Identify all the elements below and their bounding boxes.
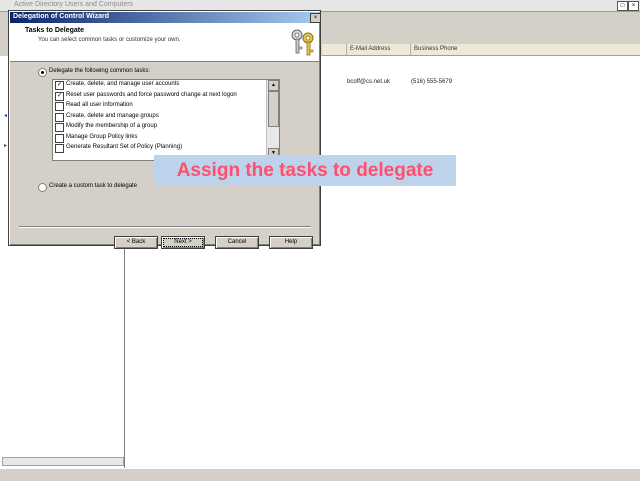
task-list-scrollbar[interactable]: ▲ ▼ (266, 80, 279, 160)
task-checkbox[interactable] (55, 144, 64, 153)
radio-selected-dot (41, 71, 44, 74)
delegate-common-tasks-label[interactable]: Delegate the following common tasks: (49, 68, 150, 74)
create-custom-task-label[interactable]: Create a custom task to delegate (49, 183, 137, 189)
tree-horizontal-scrollbar[interactable] (2, 457, 124, 466)
row-phone-value[interactable]: (516) 555-5679 (411, 79, 452, 85)
tree-node-icon[interactable]: ▸ (4, 142, 7, 149)
create-custom-task-radio[interactable] (38, 183, 47, 192)
dialog-title-bar[interactable]: Delegation of Control Wizard × (10, 12, 321, 23)
keys-icon (291, 29, 314, 56)
back-button[interactable]: < Back (114, 236, 158, 249)
task-checkbox[interactable]: ✓ (55, 91, 64, 101)
task-item[interactable]: Create, delete and manage groups (53, 112, 267, 123)
task-checkbox[interactable]: ✓ (55, 81, 64, 90)
status-bar (0, 468, 640, 481)
delegate-common-tasks-radio[interactable] (38, 68, 47, 77)
task-item[interactable]: Generate Resultant Set of Policy (Planni… (53, 143, 267, 154)
scroll-up-icon[interactable]: ▲ (268, 80, 279, 91)
task-item[interactable]: ✓ Reset user passwords and force passwor… (53, 91, 267, 102)
wizard-header: Tasks to Delegate You can select common … (10, 23, 319, 62)
task-label[interactable]: Manage Group Policy links (66, 134, 137, 140)
wizard-page-subtitle: You can select common tasks or customize… (38, 37, 181, 43)
dialog-close-button[interactable]: × (310, 13, 321, 23)
cancel-button[interactable]: Cancel (215, 236, 259, 249)
task-label[interactable]: Create, delete and manage groups (66, 113, 159, 119)
task-item[interactable]: ✓ Create, delete, and manage user accoun… (53, 80, 267, 91)
task-label[interactable]: Reset user passwords and force password … (66, 92, 237, 98)
task-checkbox[interactable] (55, 102, 64, 111)
task-checklist[interactable]: ✓ Create, delete, and manage user accoun… (52, 79, 280, 161)
column-email[interactable]: E-Mail Address (346, 44, 410, 55)
task-item[interactable]: Manage Group Policy links (53, 133, 267, 144)
next-button[interactable]: Next > (161, 236, 205, 249)
task-checkbox[interactable] (55, 133, 64, 143)
row-email-value[interactable]: bcoff@cs.net.uk (347, 79, 390, 85)
tutorial-caption: Assign the tasks to delegate (154, 155, 456, 186)
delegation-wizard-dialog: Delegation of Control Wizard × Tasks to … (8, 10, 321, 249)
button-separator (19, 226, 311, 228)
task-label[interactable]: Generate Resultant Set of Policy (Planni… (66, 144, 182, 150)
task-label[interactable]: Read all user information (66, 102, 133, 108)
help-button[interactable]: Help (269, 236, 313, 249)
task-item[interactable]: Modify the membership of a group (53, 122, 267, 133)
wizard-page-title: Tasks to Delegate (25, 27, 85, 34)
dialog-title: Delegation of Control Wizard (13, 13, 109, 20)
task-checkbox[interactable] (55, 123, 64, 132)
close-button[interactable]: × (628, 1, 639, 11)
scroll-thumb[interactable] (268, 91, 279, 127)
tutorial-caption-text: Assign the tasks to delegate (176, 160, 434, 181)
tree-expand-icon[interactable]: ◂ (4, 112, 7, 119)
column-business-phone[interactable]: Business Phone (410, 44, 474, 55)
details-column-header: E-Mail Address Business Phone (322, 44, 640, 56)
task-label[interactable]: Modify the membership of a group (66, 123, 157, 129)
task-label[interactable]: Create, delete, and manage user accounts (66, 81, 179, 87)
task-checkbox[interactable] (55, 112, 64, 122)
task-item[interactable]: Read all user information (53, 101, 267, 112)
mmc-window-title: Active Directory Users and Computers (14, 1, 134, 8)
maximize-button[interactable]: □ (617, 1, 628, 11)
